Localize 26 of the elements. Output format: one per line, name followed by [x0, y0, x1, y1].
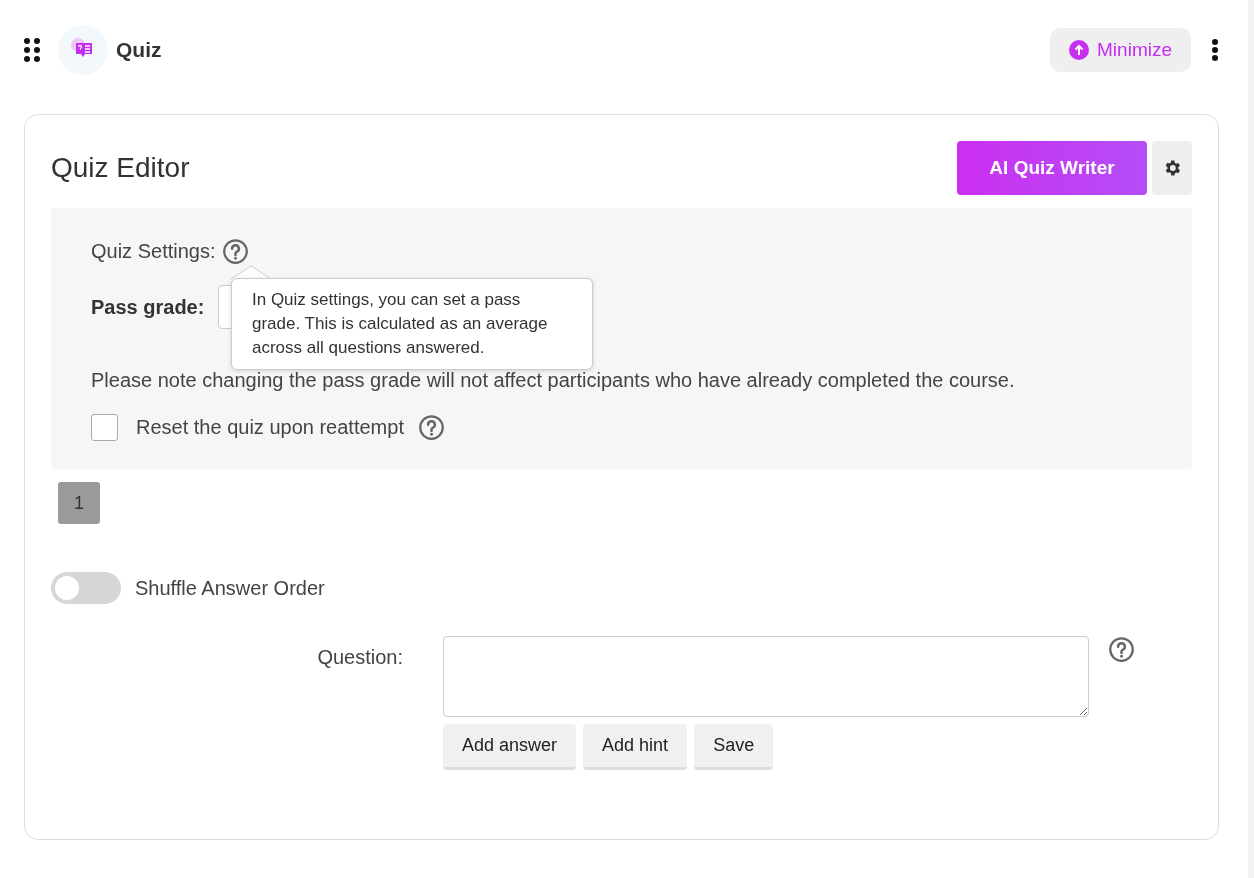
help-tooltip: In Quiz settings, you can set a pass grade. This is calculated as an average across all questions answered. [231, 278, 593, 370]
question-field[interactable] [443, 636, 1089, 717]
drag-handle-icon[interactable] [24, 38, 40, 62]
editor-title: Quiz Editor [51, 152, 190, 184]
page-button[interactable]: 1 [58, 482, 100, 524]
action-button[interactable]: Add answer [443, 724, 577, 770]
pass-grade-label: Pass grade: [91, 295, 205, 319]
reset-label: Reset the quiz upon reattempt [136, 416, 404, 439]
help-icon[interactable] [417, 414, 445, 441]
quiz-logo-icon [58, 25, 108, 75]
tooltip-arrow-icon [231, 265, 271, 280]
action-button[interactable]: Save [694, 724, 774, 770]
minimize-button[interactable]: Minimize [1050, 28, 1191, 72]
help-icon[interactable] [1108, 636, 1135, 663]
action-button[interactable]: Add hint [583, 724, 688, 770]
shuffle-label: Shuffle Answer Order [135, 576, 325, 600]
more-options-icon[interactable] [1211, 39, 1219, 61]
question-label: Question: [316, 645, 404, 670]
ai-quiz-writer-button[interactable]: AI Quiz Writer [957, 141, 1147, 195]
settings-label: Quiz Settings: [91, 240, 216, 263]
help-icon[interactable] [221, 238, 249, 265]
shuffle-toggle[interactable] [51, 572, 121, 604]
widget-title: Quiz [116, 38, 162, 62]
settings-button[interactable] [1152, 141, 1192, 195]
reset-checkbox[interactable] [91, 414, 118, 441]
pass-grade-note: Please note changing the pass grade will not affect participants who have already completed the course. [91, 369, 1016, 392]
